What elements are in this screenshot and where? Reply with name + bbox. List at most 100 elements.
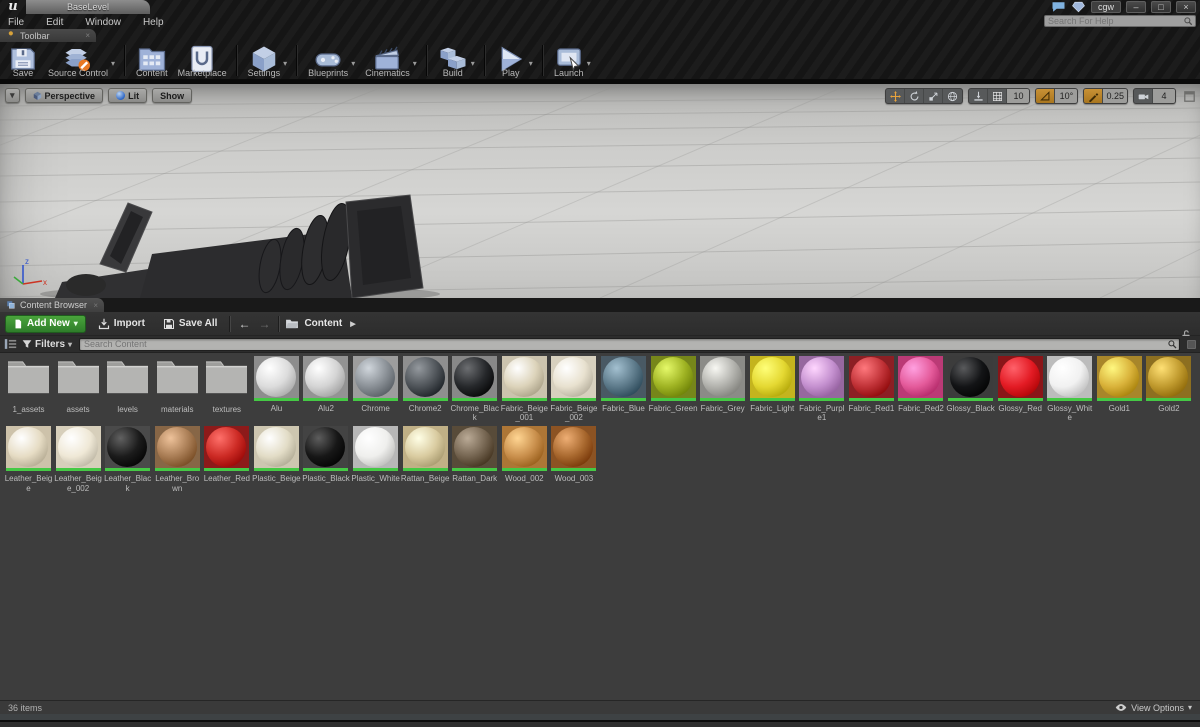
asset-tile[interactable]: Fabric_Purple1 [797, 356, 846, 422]
sources-panel-toggle-icon[interactable] [4, 338, 17, 350]
asset-tile[interactable]: Rattan_Dark [450, 426, 499, 492]
asset-tile[interactable]: Fabric_Green [649, 356, 698, 422]
play-button[interactable]: Play ▾ [490, 42, 537, 79]
lit-mode-button[interactable]: Lit [108, 88, 148, 103]
asset-view[interactable]: 1_assets assets levels materials textures Alu… [0, 353, 1200, 700]
chat-bubble-icon[interactable] [1051, 1, 1066, 13]
chevron-down-icon[interactable]: ▾ [283, 59, 287, 68]
asset-tile[interactable]: Chrome_Black [450, 356, 499, 422]
scale-tool-button[interactable] [924, 89, 944, 103]
asset-tile[interactable]: Wood_003 [549, 426, 598, 492]
source-control-button[interactable]: Source Control ▾ [42, 42, 119, 79]
back-button[interactable]: ← [236, 314, 252, 334]
perspective-button[interactable]: Perspective [24, 88, 104, 103]
folder-tile[interactable]: materials [153, 356, 202, 422]
3d-viewport[interactable]: z x ▾ Perspective Lit Show 10 10° 0.25 4 [0, 84, 1200, 298]
asset-tile[interactable]: Fabric_Grey [698, 356, 747, 422]
scale-snap-toggle[interactable] [1084, 89, 1104, 103]
breadcrumb-expand-icon[interactable]: ▶ [350, 320, 355, 328]
rotate-tool-button[interactable] [905, 89, 925, 103]
grid-snap-toggle[interactable] [988, 89, 1008, 103]
asset-tile[interactable]: Leather_Brown [153, 426, 202, 493]
asset-tile[interactable]: Gold1 [1095, 356, 1144, 422]
asset-tile[interactable]: Wood_002 [500, 426, 549, 492]
camera-speed-value[interactable]: 4 [1153, 89, 1175, 103]
level-tab[interactable]: BaseLevel [26, 0, 150, 14]
folder-tile[interactable]: textures [202, 356, 251, 422]
asset-tile[interactable]: Alu2 [301, 356, 350, 422]
asset-tile[interactable]: Fabric_Red1 [847, 356, 896, 422]
asset-tile[interactable]: Glossy_Red [996, 356, 1045, 422]
asset-tile[interactable]: Plastic_Beige [252, 426, 301, 492]
show-button[interactable]: Show [152, 88, 193, 103]
asset-tile[interactable]: Alu [252, 356, 301, 422]
scale-snap-value[interactable]: 0.25 [1103, 89, 1127, 103]
grid-snap-value[interactable]: 10 [1007, 89, 1030, 103]
asset-tile[interactable]: Leather_Black [103, 426, 152, 493]
rotation-snap-value[interactable]: 10° [1055, 89, 1078, 103]
asset-tile[interactable]: Gold2 [1144, 356, 1193, 422]
menu-item-window[interactable]: Window [85, 17, 121, 28]
folder-tile[interactable]: assets [54, 356, 103, 422]
camera-speed-button[interactable] [1134, 89, 1153, 103]
close-button[interactable]: × [1176, 1, 1196, 13]
build-button[interactable]: Build ▾ [432, 42, 479, 79]
menu-item-help[interactable]: Help [143, 17, 164, 28]
folder-tile[interactable]: levels [103, 356, 152, 422]
save-search-icon[interactable] [1187, 339, 1196, 349]
search-content-input[interactable] [80, 339, 1167, 349]
content-browser-tab[interactable]: Content Browser × [0, 298, 104, 312]
help-search-input[interactable] [1045, 16, 1183, 26]
cinematics-button[interactable]: Cinematics ▾ [359, 42, 421, 79]
asset-tile[interactable]: Fabric_Light [748, 356, 797, 422]
menu-item-file[interactable]: File [8, 17, 24, 28]
save-all-button[interactable]: Save All [157, 314, 224, 334]
filters-button[interactable]: Filters ▾ [22, 339, 72, 350]
asset-tile[interactable]: Fabric_Beige_001 [500, 356, 549, 422]
viewport-options-button[interactable]: ▾ [5, 88, 20, 103]
chevron-down-icon[interactable]: ▾ [587, 59, 591, 68]
minimize-button[interactable]: – [1126, 1, 1146, 13]
asset-tile[interactable]: Chrome2 [401, 356, 450, 422]
save-button[interactable]: Save [2, 42, 42, 79]
forward-button[interactable]: → [258, 314, 272, 334]
settings-button[interactable]: Settings ▾ [242, 42, 292, 79]
asset-tile[interactable]: Glossy_White [1045, 356, 1094, 422]
import-button[interactable]: Import [92, 314, 151, 334]
chevron-down-icon[interactable]: ▾ [529, 59, 533, 68]
chevron-down-icon[interactable]: ▾ [111, 59, 115, 68]
viewport-maximize-button[interactable] [1184, 91, 1195, 102]
content-button[interactable]: Content [130, 42, 172, 79]
chevron-down-icon[interactable]: ▾ [471, 59, 475, 68]
add-new-button[interactable]: Add New ▾ [5, 314, 86, 333]
menu-item-edit[interactable]: Edit [46, 17, 63, 28]
chevron-down-icon[interactable]: ▾ [351, 59, 355, 68]
view-options-button[interactable]: View Options ▾ [1115, 703, 1192, 713]
tab-close-icon[interactable]: × [85, 31, 90, 40]
maximize-button[interactable]: □ [1151, 1, 1171, 13]
toolbar-tab[interactable]: Toolbar × [0, 29, 96, 42]
marketplace-gem-icon[interactable] [1071, 1, 1086, 13]
asset-tile[interactable]: Rattan_Beige [401, 426, 450, 492]
world-coordinate-button[interactable] [943, 89, 962, 103]
translate-tool-button[interactable] [886, 89, 906, 103]
marketplace-button[interactable]: Marketplace [172, 42, 231, 79]
asset-tile[interactable]: Fabric_Beige_002 [549, 356, 598, 422]
blueprints-button[interactable]: Blueprints ▾ [302, 42, 359, 79]
asset-tile[interactable]: Glossy_Black [946, 356, 995, 422]
asset-tile[interactable]: Fabric_Blue [599, 356, 648, 422]
asset-tile[interactable]: Plastic_Black [301, 426, 350, 492]
asset-tile[interactable]: Plastic_White [351, 426, 400, 492]
launch-button[interactable]: Launch ▾ [548, 42, 595, 79]
asset-tile[interactable]: Leather_Beige_002 [54, 426, 103, 493]
surface-snap-button[interactable] [969, 89, 989, 103]
asset-tile[interactable]: Chrome [351, 356, 400, 422]
asset-tile[interactable]: Fabric_Red2 [896, 356, 945, 422]
user-badge[interactable]: cgw [1090, 1, 1121, 13]
folder-tile[interactable]: 1_assets [4, 356, 53, 422]
breadcrumb[interactable]: Content ▶ [285, 318, 356, 329]
asset-tile[interactable]: Leather_Red [202, 426, 251, 492]
chevron-down-icon[interactable]: ▾ [413, 59, 417, 68]
asset-tile[interactable]: Leather_Beige [4, 426, 53, 493]
rotation-snap-toggle[interactable] [1036, 89, 1056, 103]
